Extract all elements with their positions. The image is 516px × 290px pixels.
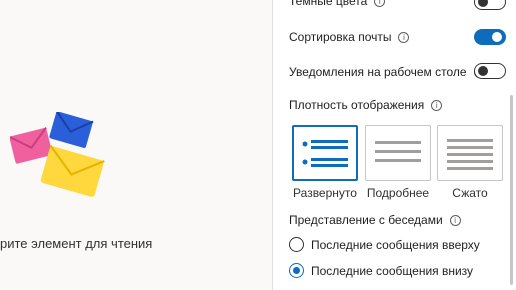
settings-scrollbar[interactable] (510, 95, 513, 285)
radio-newest-on-bottom[interactable]: Последние сообщения внизу (289, 263, 473, 278)
yellow-envelope (40, 145, 105, 197)
density-option-expanded[interactable] (292, 125, 358, 181)
density-heading-row: Плотность отображения i (289, 98, 443, 112)
expanded-density-icon (302, 140, 348, 167)
density-option-compact[interactable] (437, 125, 503, 181)
density-label-compact: Сжато (452, 186, 488, 200)
radio-circle[interactable] (289, 237, 304, 252)
settings-panel: Темные цвета i Сортировка почты i Уведом… (273, 0, 516, 290)
info-icon[interactable]: i (431, 99, 443, 111)
empty-reading-pane-text: рите элемент для чтения (0, 236, 153, 251)
density-label-expanded: Развернуто (293, 186, 357, 200)
sort-mail-label: Сортировка почты (289, 30, 392, 44)
desktop-notifications-label: Уведомления на рабочем столе (289, 65, 467, 79)
conversation-view-heading: Представление с беседами (289, 213, 443, 227)
reading-pane: рите элемент для чтения (0, 0, 272, 290)
toggle-knob (492, 32, 502, 42)
info-icon[interactable]: i (398, 31, 410, 43)
toggle-knob (478, 66, 488, 76)
detailed-density-icon (375, 141, 421, 162)
sort-mail-row: Сортировка почты i (289, 30, 410, 44)
conversation-view-heading-row: Представление с беседами i (289, 213, 461, 227)
sort-mail-toggle[interactable] (474, 29, 506, 45)
info-icon[interactable]: i (449, 214, 461, 226)
radio-newest-on-top-label: Последние сообщения вверху (311, 237, 480, 252)
radio-newest-on-top[interactable]: Последние сообщения вверху (289, 237, 480, 252)
pink-envelope (10, 126, 53, 164)
radio-newest-on-bottom-label: Последние сообщения внизу (311, 263, 474, 278)
dark-colors-toggle[interactable] (474, 0, 506, 10)
radio-circle[interactable] (289, 263, 304, 278)
dark-colors-label: Темные цвета (289, 0, 368, 8)
desktop-notifications-toggle[interactable] (474, 63, 506, 79)
desktop-notifications-row: Уведомления на рабочем столе i (289, 65, 485, 79)
density-label-detailed: Подробнее (366, 186, 430, 200)
dark-colors-row: Темные цвета i (289, 0, 386, 8)
density-option-detailed[interactable] (365, 125, 431, 181)
blue-envelope (49, 112, 94, 148)
info-icon[interactable]: i (374, 0, 386, 7)
density-heading: Плотность отображения (289, 98, 425, 112)
toggle-knob (478, 0, 488, 7)
compact-density-icon (447, 139, 493, 170)
envelopes-illustration-icon (10, 112, 105, 197)
